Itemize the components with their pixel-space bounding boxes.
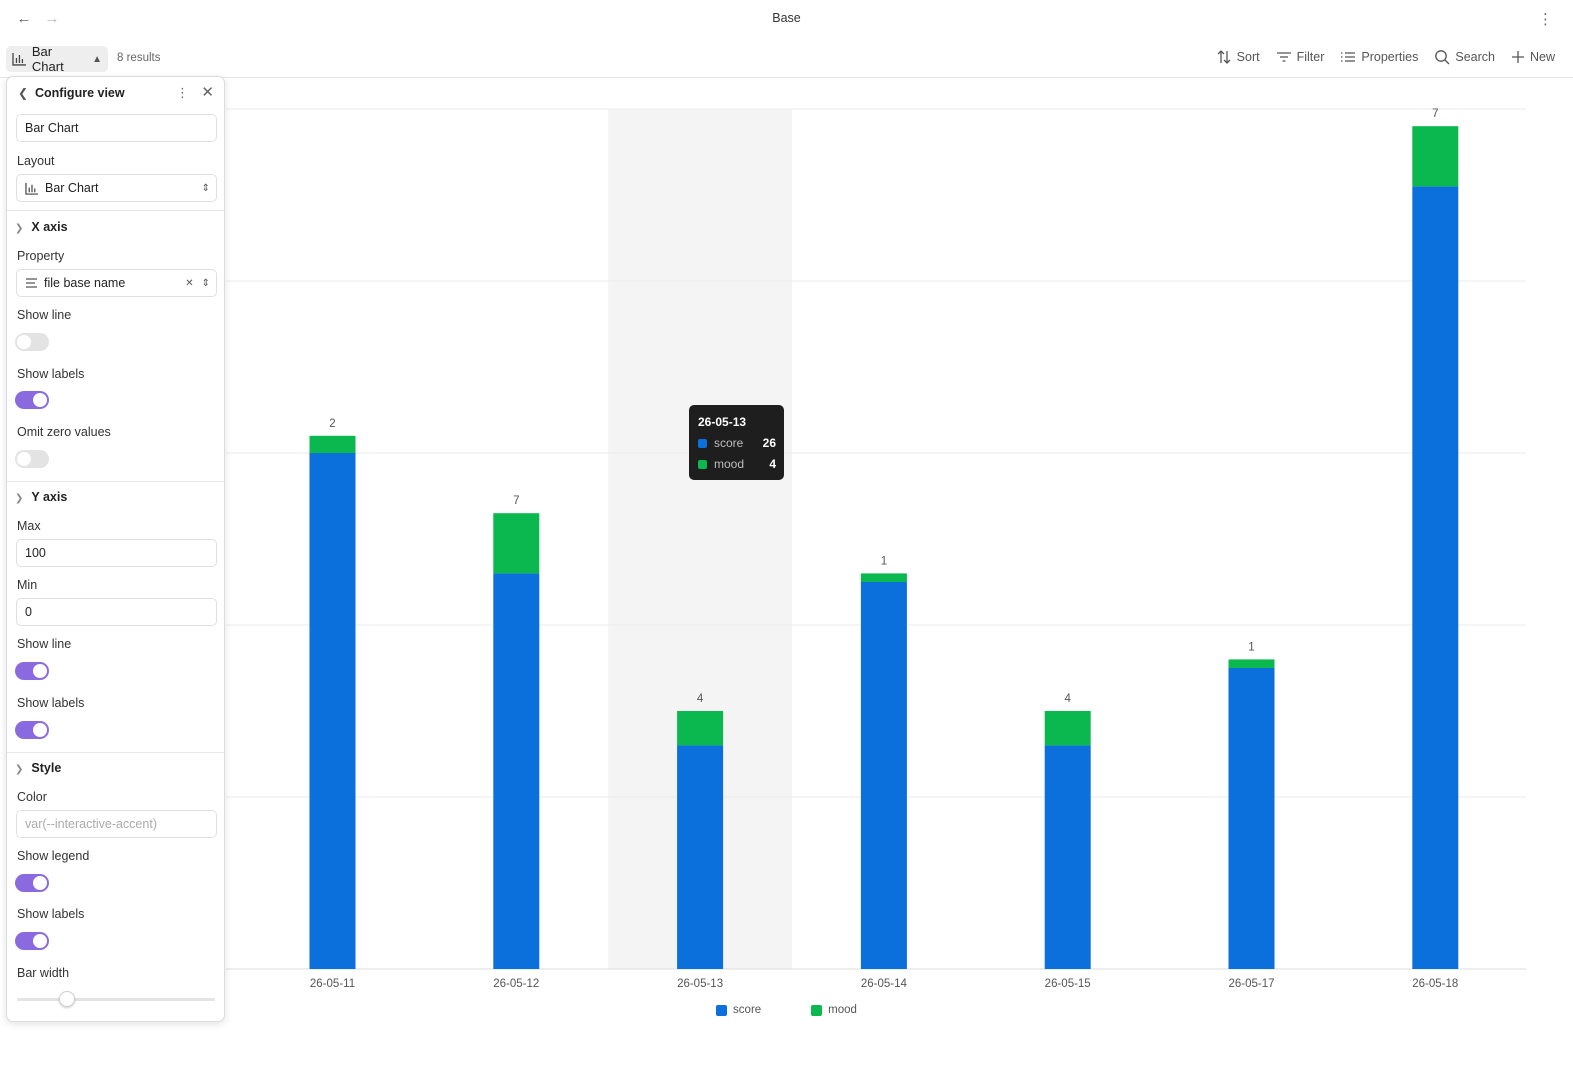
color-label: Color: [17, 790, 47, 804]
divider: [7, 210, 224, 211]
close-icon[interactable]: ✕: [201, 83, 214, 101]
chevron-down-icon: ❯: [15, 493, 24, 504]
configure-view-panel: ❮ Configure view ⋮ ✕ Bar Chart Layout Ba…: [6, 76, 225, 1022]
legend-item-score[interactable]: score: [716, 1004, 761, 1016]
bar-width-slider-track[interactable]: [17, 998, 215, 1001]
bar-mood: [677, 711, 724, 746]
style-heading: Style: [31, 761, 62, 775]
divider: [7, 481, 224, 482]
layout-select-value: Bar Chart: [45, 181, 99, 195]
x-property-value: file base name: [44, 276, 126, 290]
chevron-down-icon: ❯: [15, 764, 24, 775]
x-show-labels-label: Show labels: [17, 367, 85, 381]
legend-label: mood: [828, 1004, 857, 1016]
x-show-labels-toggle[interactable]: [15, 391, 49, 409]
tooltip-row-score: score 26: [698, 436, 776, 450]
layout-label: Layout: [17, 154, 55, 168]
x-show-line-toggle[interactable]: [15, 333, 49, 351]
tooltip-swatch: [698, 459, 707, 469]
y-max-label: Max: [17, 519, 41, 533]
legend-swatch: [716, 1004, 728, 1016]
bar-score: [1044, 745, 1091, 969]
bar-chart-icon: [25, 182, 39, 195]
bar-mood: [1044, 711, 1091, 746]
data-label: 1: [881, 555, 887, 567]
chevron-up-down-icon: ⇕: [201, 182, 210, 194]
omit-zero-label: Omit zero values: [17, 425, 111, 439]
text-lines-icon: [26, 278, 37, 288]
bar-width-label: Bar width: [17, 966, 70, 980]
more-vertical-icon[interactable]: ⋮: [176, 85, 189, 101]
tooltip-title: 26-05-13: [698, 415, 747, 429]
bar-score: [1228, 668, 1275, 969]
bar-score: [860, 582, 907, 969]
x-tick-label: 26-05-17: [1228, 978, 1274, 990]
x-property-label: Property: [17, 249, 65, 263]
tooltip-row-mood: mood 4: [698, 457, 776, 471]
tooltip-series-value: 26: [762, 436, 776, 450]
style-show-labels-toggle[interactable]: [15, 932, 49, 950]
x-tick-label: 26-05-18: [1412, 978, 1458, 990]
chevron-left-icon[interactable]: ❮: [18, 86, 28, 100]
bar-chart: 226-05-11726-05-12426-05-13126-05-14426-…: [226, 108, 1526, 990]
x-tick-label: 26-05-14: [861, 978, 908, 990]
bar-score: [493, 573, 540, 969]
bar-mood: [1228, 659, 1275, 668]
bar-score: [309, 453, 356, 969]
legend-label: score: [733, 1004, 762, 1016]
chart-legend: score mood: [0, 1004, 1573, 1016]
bar-width-slider-thumb[interactable]: [58, 991, 75, 1007]
x-show-line-label: Show line: [17, 308, 72, 322]
data-label: 7: [513, 495, 519, 507]
x-axis-section-header[interactable]: ❯ X axis: [15, 220, 68, 234]
panel-title: Configure view: [35, 86, 125, 100]
data-label: 4: [697, 693, 704, 705]
chart-tooltip: 26-05-13 score 26 mood 4: [689, 405, 784, 480]
style-section-header[interactable]: ❯ Style: [15, 761, 61, 775]
data-label: 1: [1248, 641, 1254, 653]
y-show-labels-label: Show labels: [17, 696, 85, 710]
bar-score: [677, 745, 724, 969]
y-axis-heading: Y axis: [31, 490, 68, 504]
x-property-select[interactable]: file base name ✕ ⇕: [16, 269, 217, 297]
x-tick-label: 26-05-12: [493, 978, 539, 990]
tooltip-swatch: [698, 438, 707, 448]
layout-select[interactable]: Bar Chart ⇕: [16, 174, 217, 202]
show-legend-label: Show legend: [17, 849, 90, 863]
divider: [7, 752, 224, 753]
bar-score: [1412, 186, 1459, 969]
x-tick-label: 26-05-11: [310, 978, 355, 990]
panel-header: ❮ Configure view ⋮ ✕: [7, 77, 224, 109]
color-input[interactable]: var(--interactive-accent): [16, 810, 217, 838]
legend-item-mood[interactable]: mood: [811, 1004, 857, 1016]
y-min-label: Min: [17, 578, 38, 592]
omit-zero-toggle[interactable]: [15, 450, 49, 468]
y-show-line-toggle[interactable]: [15, 662, 49, 680]
x-tick-label: 26-05-13: [677, 978, 723, 990]
legend-swatch: [811, 1004, 823, 1016]
show-legend-toggle[interactable]: [15, 874, 49, 892]
x-tick-label: 26-05-15: [1045, 978, 1091, 990]
x-axis-heading: X axis: [31, 220, 68, 234]
y-show-line-label: Show line: [17, 637, 72, 651]
tooltip-series-name: mood: [714, 457, 745, 471]
view-name-input[interactable]: Bar Chart: [16, 114, 217, 142]
y-axis-section-header[interactable]: ❯ Y axis: [15, 490, 67, 504]
style-show-labels-label: Show labels: [17, 907, 85, 921]
chevron-up-down-icon: ⇕: [201, 277, 210, 289]
data-label: 7: [1432, 108, 1438, 120]
bar-mood: [309, 435, 356, 453]
tooltip-series-value: 4: [769, 457, 776, 471]
data-label: 2: [329, 418, 335, 430]
y-show-labels-toggle[interactable]: [15, 721, 49, 739]
bar-mood: [493, 513, 540, 574]
data-label: 4: [1064, 693, 1071, 705]
bar-mood: [1412, 126, 1459, 187]
bar-mood: [860, 573, 907, 582]
tooltip-series-name: score: [714, 436, 744, 450]
y-min-input[interactable]: 0: [16, 598, 217, 626]
y-max-input[interactable]: 100: [16, 539, 217, 567]
clear-icon[interactable]: ✕: [185, 278, 193, 289]
chevron-down-icon: ❯: [15, 223, 24, 234]
